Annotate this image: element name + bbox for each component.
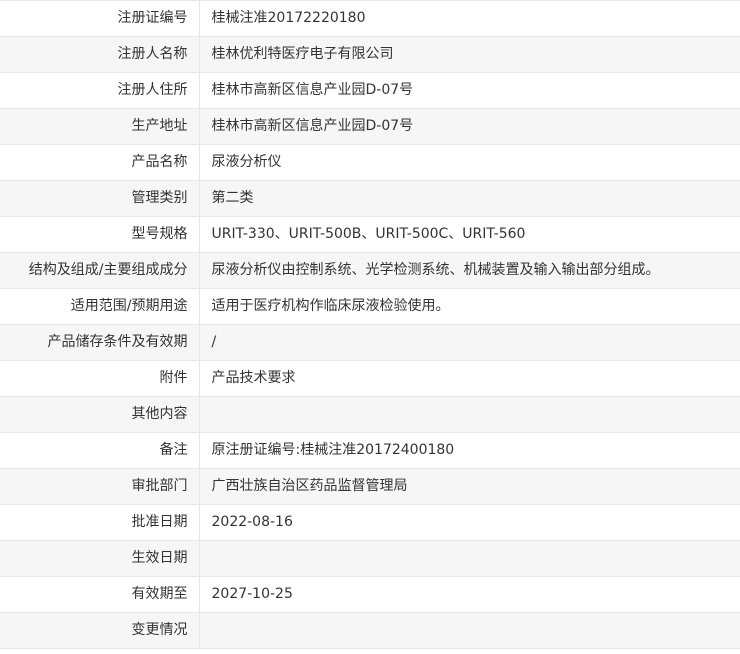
value-valid-until: 2027-10-25 — [199, 576, 740, 613]
row-intended-use: 适用范围/预期用途 适用于医疗机构作临床尿液检验使用。 — [0, 288, 740, 325]
value-model-spec: URIT-330、URIT-500B、URIT-500C、URIT-560 — [199, 216, 740, 253]
label-product-name: 产品名称 — [0, 144, 200, 181]
label-effective-date: 生效日期 — [0, 540, 200, 577]
value-change-history — [199, 612, 740, 649]
value-management-category: 第二类 — [199, 180, 740, 217]
label-registrant-name: 注册人名称 — [0, 36, 200, 73]
label-registration-number: 注册证编号 — [0, 0, 200, 37]
value-structure-composition: 尿液分析仪由控制系统、光学检测系统、机械装置及输入输出部分组成。 — [199, 252, 740, 289]
value-storage-validity: / — [199, 324, 740, 361]
value-intended-use: 适用于医疗机构作临床尿液检验使用。 — [199, 288, 740, 325]
label-model-spec: 型号规格 — [0, 216, 200, 253]
label-approval-department: 审批部门 — [0, 468, 200, 505]
label-attachment: 附件 — [0, 360, 200, 397]
row-production-address: 生产地址 桂林市高新区信息产业园D-07号 — [0, 108, 740, 145]
value-other-content — [199, 396, 740, 433]
value-approval-department: 广西壮族自治区药品监督管理局 — [199, 468, 740, 505]
row-remarks: 备注 原注册证编号:桂械注准20172400180 — [0, 432, 740, 469]
row-model-spec: 型号规格 URIT-330、URIT-500B、URIT-500C、URIT-5… — [0, 216, 740, 253]
label-storage-validity: 产品储存条件及有效期 — [0, 324, 200, 361]
value-attachment: 产品技术要求 — [199, 360, 740, 397]
value-effective-date — [199, 540, 740, 577]
label-production-address: 生产地址 — [0, 108, 200, 145]
value-approval-date: 2022-08-16 — [199, 504, 740, 541]
row-registration-number: 注册证编号 桂械注准20172220180 — [0, 0, 740, 37]
label-registrant-address: 注册人住所 — [0, 72, 200, 109]
row-change-history: 变更情况 — [0, 612, 740, 649]
row-management-category: 管理类别 第二类 — [0, 180, 740, 217]
row-product-name: 产品名称 尿液分析仪 — [0, 144, 740, 181]
row-registrant-address: 注册人住所 桂林市高新区信息产业园D-07号 — [0, 72, 740, 109]
value-remarks: 原注册证编号:桂械注准20172400180 — [199, 432, 740, 469]
row-other-content: 其他内容 — [0, 396, 740, 433]
label-intended-use: 适用范围/预期用途 — [0, 288, 200, 325]
row-attachment: 附件 产品技术要求 — [0, 360, 740, 397]
row-valid-until: 有效期至 2027-10-25 — [0, 576, 740, 613]
label-management-category: 管理类别 — [0, 180, 200, 217]
row-registrant-name: 注册人名称 桂林优利特医疗电子有限公司 — [0, 36, 740, 73]
value-registrant-address: 桂林市高新区信息产业园D-07号 — [199, 72, 740, 109]
label-other-content: 其他内容 — [0, 396, 200, 433]
label-structure-composition: 结构及组成/主要组成成分 — [0, 252, 200, 289]
label-approval-date: 批准日期 — [0, 504, 200, 541]
registration-info-table: 注册证编号 桂械注准20172220180 注册人名称 桂林优利特医疗电子有限公… — [0, 0, 740, 649]
row-effective-date: 生效日期 — [0, 540, 740, 577]
value-product-name: 尿液分析仪 — [199, 144, 740, 181]
value-registrant-name: 桂林优利特医疗电子有限公司 — [199, 36, 740, 73]
label-remarks: 备注 — [0, 432, 200, 469]
value-production-address: 桂林市高新区信息产业园D-07号 — [199, 108, 740, 145]
row-structure-composition: 结构及组成/主要组成成分 尿液分析仪由控制系统、光学检测系统、机械装置及输入输出… — [0, 252, 740, 289]
row-approval-department: 审批部门 广西壮族自治区药品监督管理局 — [0, 468, 740, 505]
value-registration-number: 桂械注准20172220180 — [199, 0, 740, 37]
row-approval-date: 批准日期 2022-08-16 — [0, 504, 740, 541]
label-valid-until: 有效期至 — [0, 576, 200, 613]
row-storage-validity: 产品储存条件及有效期 / — [0, 324, 740, 361]
label-change-history: 变更情况 — [0, 612, 200, 649]
